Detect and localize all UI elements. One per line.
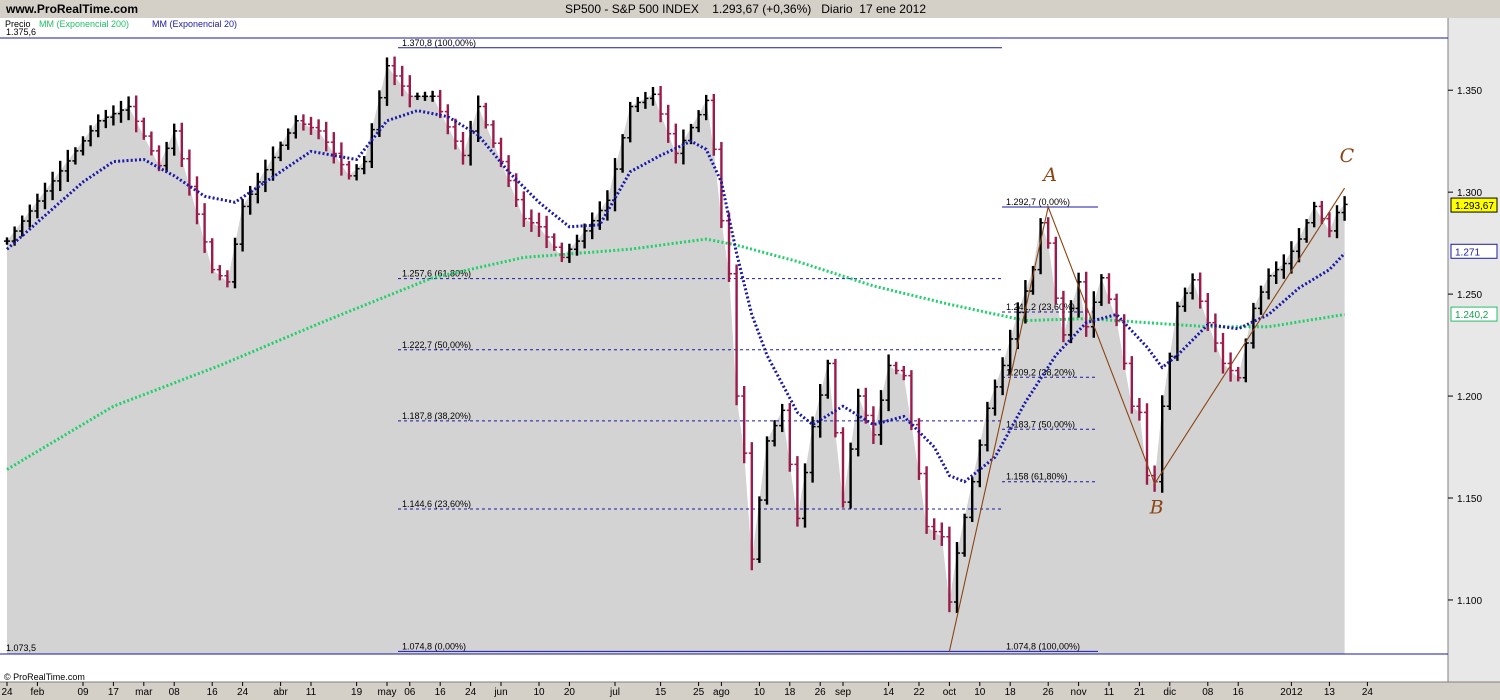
copyright: © ProRealTime.com: [4, 672, 85, 682]
wave-label-b: B: [1149, 497, 1164, 519]
x-tick-label: may: [378, 687, 397, 698]
x-tick-label: 26: [815, 687, 827, 698]
x-tick-label: 14: [883, 687, 895, 698]
x-tick-label: 16: [207, 687, 219, 698]
legend-ema200: MM (Exponencial 200): [39, 19, 129, 29]
wave-label-a: A: [1041, 164, 1057, 186]
y-tick-label: 1.200: [1457, 392, 1482, 403]
chart-title: SP500 - S&P 500 INDEX 1.293,67 (+0,36%) …: [565, 2, 927, 16]
fib-right-level-label: 1.209,2 (38,20%): [1006, 367, 1075, 377]
x-tick-label: abr: [273, 687, 288, 698]
x-axis-panel: [0, 682, 1500, 700]
x-tick-label: 24: [237, 687, 249, 698]
fib-right-level-label: 1.292,7 (0,00%): [1006, 197, 1070, 207]
x-tick-label: 10: [754, 687, 766, 698]
x-tick-label: 25: [693, 687, 705, 698]
legend-ema20: MM (Exponencial 20): [152, 19, 237, 29]
x-tick-label: ago: [713, 687, 730, 698]
fib-left-level-label: 1.187,8 (38,20%): [402, 411, 471, 421]
fib-left-level-label: 1.144,6 (23,60%): [402, 499, 471, 509]
x-tick-label: 16: [1233, 687, 1245, 698]
x-tick-label: 08: [169, 687, 181, 698]
x-tick-label: 15: [655, 687, 667, 698]
x-tick-label: 11: [1104, 687, 1115, 698]
y-tick-label: 1.300: [1457, 188, 1482, 199]
y-bottom-label: 1.073,5: [6, 643, 36, 653]
last-value-label: 1.293,67: [1455, 201, 1494, 212]
y-tick-label: 1.350: [1457, 86, 1482, 97]
x-tick-label: 10: [533, 687, 545, 698]
x-tick-label: 09: [77, 687, 89, 698]
x-tick-label: 11: [306, 687, 317, 698]
x-tick-label: 20: [564, 687, 576, 698]
x-tick-label: 18: [1005, 687, 1017, 698]
x-tick-label: 17: [108, 687, 120, 698]
x-tick-label: 26: [1043, 687, 1055, 698]
x-tick-label: jun: [493, 687, 507, 698]
fib-left-level-label: 1.370,8 (100,00%): [402, 38, 476, 48]
x-tick-label: feb: [30, 687, 44, 698]
x-tick-label: 19: [351, 687, 363, 698]
fib-left-level-label: 1.074,8 (0,00%): [402, 641, 466, 651]
x-tick-label: 21: [1134, 687, 1146, 698]
title-bar: www.ProRealTime.com SP500 - S&P 500 INDE…: [0, 0, 1500, 19]
price-chart[interactable]: 1.370,8 (100,00%)1.257,6 (61,80%)1.222,7…: [0, 18, 1500, 700]
x-tick-label: 10: [974, 687, 986, 698]
x-tick-label: dic: [1163, 687, 1176, 698]
fib-right-level-label: 1.158 (61,80%): [1006, 472, 1068, 482]
x-tick-label: jul: [609, 687, 620, 698]
site-name: www.ProRealTime.com: [6, 2, 139, 16]
x-tick-label: 2012: [1280, 687, 1303, 698]
y-tick-label: 1.250: [1457, 290, 1482, 301]
last-value-label: 1.240,2: [1455, 310, 1489, 321]
y-axis-panel: [1448, 18, 1500, 682]
fib-right-level-label: 1.241,2 (23,60%): [1006, 302, 1075, 312]
x-tick-label: 22: [913, 687, 925, 698]
x-tick-label: 13: [1324, 687, 1336, 698]
x-tick-label: 06: [404, 687, 416, 698]
x-tick-label: 08: [1202, 687, 1214, 698]
x-tick-label: sep: [835, 687, 852, 698]
fib-left-level-label: 1.222,7 (50,00%): [402, 340, 471, 350]
wave-label-c: C: [1340, 145, 1355, 167]
x-tick-label: oct: [943, 687, 957, 698]
x-tick-label: nov: [1071, 687, 1087, 698]
fib-right-level-label: 1.074,8 (100,00%): [1006, 641, 1080, 651]
x-tick-label: 16: [435, 687, 447, 698]
x-tick-label: 18: [784, 687, 796, 698]
x-tick-label: 24: [465, 687, 477, 698]
y-top-label: 1.375,6: [6, 27, 36, 37]
x-tick-label: 24: [1362, 687, 1374, 698]
y-tick-label: 1.150: [1457, 494, 1482, 505]
x-tick-label: mar: [135, 687, 153, 698]
last-value-label: 1.271: [1455, 247, 1480, 258]
y-tick-label: 1.100: [1457, 596, 1482, 607]
x-tick-label: 24: [1, 687, 13, 698]
